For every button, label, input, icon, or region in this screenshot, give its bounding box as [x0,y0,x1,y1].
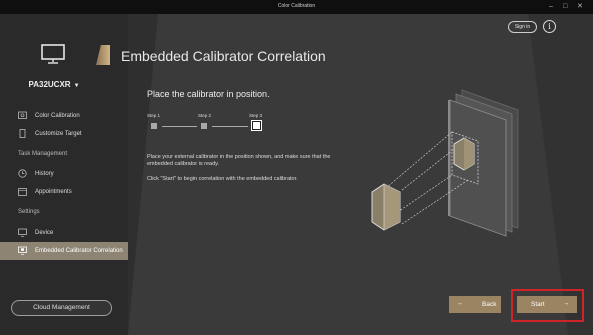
step-3-marker [252,121,261,130]
minimize-button[interactable]: – [549,2,553,11]
target-icon [19,129,26,138]
step-2-label: Step 2 [198,113,212,118]
arrow-left-icon: ← [457,300,464,307]
sidebar-item-history[interactable]: History [0,165,128,183]
sidebar-item-label: Appointments [35,189,72,195]
sidebar-item-label: Customize Target [35,131,82,137]
title-bar: Color Calibration – □ ✕ [0,0,593,14]
monitor-icon [18,228,27,237]
sidebar-item-customize-target[interactable]: Customize Target [0,125,128,143]
calendar-icon [18,188,27,196]
history-icon [18,169,27,178]
description-placement: Place your external calibrator in the po… [147,154,331,167]
sidebar-item-embedded-calibrator-correlation[interactable]: Embedded Calibrator Correlation [0,242,128,260]
sidebar-item-label: Color Calibration [35,113,80,119]
section-task-management: Task Management [18,151,68,157]
description-start: Click "Start" to begin correlation with … [147,176,298,182]
sidebar-item-label: Embedded Calibrator Correlation [35,248,123,254]
back-button[interactable]: ← Back [449,296,501,313]
model-name: PA32UCXR [28,80,71,89]
sidebar-item-color-calibration[interactable]: Color Calibration [0,107,128,125]
step-connector [162,126,197,127]
sidebar-item-device[interactable]: Device [0,224,128,242]
model-selector[interactable]: PA32UCXR ▼ [19,80,89,89]
section-settings: Settings [18,209,40,215]
back-label: Back [482,301,497,308]
sidebar-item-appointments[interactable]: Appointments [0,183,128,201]
step-1-marker [151,123,157,129]
caret-down-icon: ▼ [73,83,80,89]
info-icon[interactable]: i [543,20,556,33]
sidebar-item-label: Device [35,230,54,236]
instruction-text: Place the calibrator in position. [147,89,270,99]
calibration-icon [18,111,27,119]
sidebar-item-label: History [35,171,54,177]
maximize-button[interactable]: □ [563,2,567,11]
monitor-icon [41,44,65,64]
page-title: Embedded Calibrator Correlation [121,48,326,64]
window-title: Color Calibration [277,3,316,9]
calibrator-icon [18,246,27,255]
cloud-management-button[interactable]: Cloud Management [11,300,112,316]
step-1-label: Step 1 [147,113,161,118]
start-button-highlight [511,289,584,322]
calibrator-illustration [371,89,519,237]
sign-in-button[interactable]: Sign in [508,21,537,33]
step-2-marker [201,123,207,129]
step-connector [212,126,248,127]
close-button[interactable]: ✕ [577,2,583,11]
step-3-label: Step 3 [249,113,263,118]
